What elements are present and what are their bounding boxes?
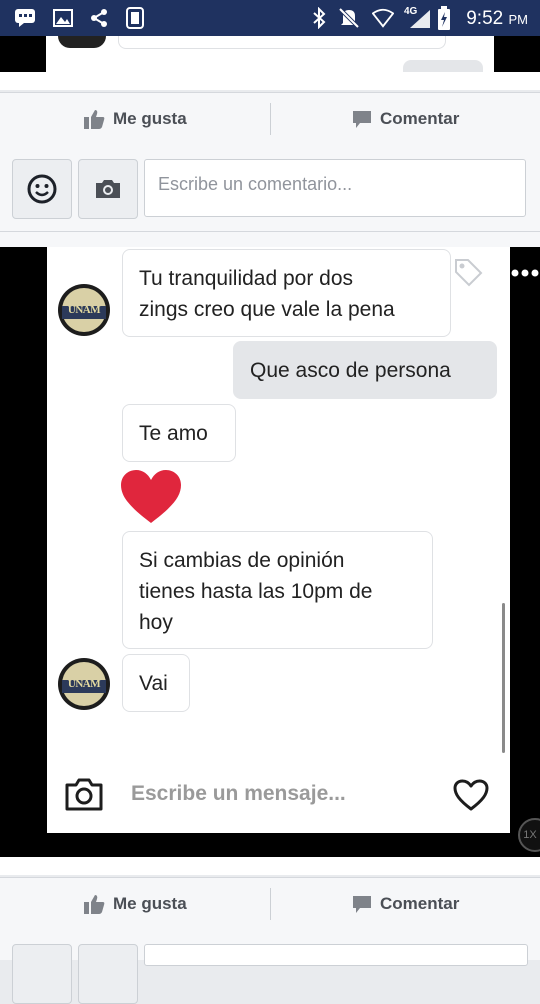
post-spacer <box>0 72 540 90</box>
message-bubble-received: Vai <box>122 654 190 712</box>
message-line: Si cambias de opinión <box>139 549 345 572</box>
tag-icon[interactable] <box>452 256 484 293</box>
message-bubble-received: Si cambias de opinión tienes hasta las 1… <box>122 531 433 649</box>
previous-avatar <box>58 36 106 48</box>
divider <box>270 888 271 920</box>
clock-time: 9:52 <box>466 8 504 29</box>
comment-label: Comentar <box>380 894 460 913</box>
message-line: Te amo <box>139 422 208 445</box>
messenger-icon <box>14 7 36 29</box>
post-spacer <box>0 857 540 875</box>
comment-composer: Escribe un comentario... <box>0 145 540 231</box>
image-icon <box>52 7 74 29</box>
comment-icon <box>353 895 371 913</box>
previous-bubble <box>118 36 446 49</box>
message-input[interactable]: Escribe un mensaje... <box>131 782 346 806</box>
emoji-button[interactable] <box>12 159 72 219</box>
previous-chat-remnant <box>0 36 540 72</box>
avatar: UNAM <box>58 284 110 336</box>
comment-button[interactable]: Comentar <box>352 93 459 145</box>
divider <box>270 103 271 135</box>
photo-button[interactable] <box>78 944 138 1004</box>
smiley-icon <box>27 174 57 204</box>
like-button[interactable]: Me gusta <box>84 878 187 930</box>
message-line: tienes hasta las 10pm de <box>139 580 373 603</box>
signal-icon: 4G <box>402 6 432 29</box>
wifi-icon <box>372 7 394 29</box>
post-actions-bar: Me gusta Comentar <box>0 92 540 146</box>
chat-scrollbar[interactable] <box>502 603 505 753</box>
comment-button[interactable]: Comentar <box>352 878 459 930</box>
clock: 9:52 PM <box>466 8 528 30</box>
speed-label: 1X <box>523 829 537 841</box>
message-line: Vai <box>139 672 168 695</box>
share-icon <box>88 7 110 29</box>
previous-bubble-me <box>403 60 483 72</box>
message-bubble-sent: Que asco de persona <box>233 341 497 399</box>
camera-icon[interactable] <box>64 776 104 817</box>
message-bubble-received: Tu tranquilidad por dos zings creo que v… <box>122 249 451 337</box>
comment-input[interactable] <box>144 944 528 966</box>
like-label: Me gusta <box>113 894 187 913</box>
vibrate-icon <box>124 7 146 29</box>
thumbs-up-icon <box>84 109 105 129</box>
message-line: Tu tranquilidad por dos <box>139 267 354 290</box>
heart-sticker-icon <box>120 469 182 530</box>
message-line: hoy <box>139 611 173 634</box>
message-line: zings creo que vale la pena <box>139 298 395 321</box>
comment-input[interactable]: Escribe un comentario... <box>144 159 526 217</box>
clock-ampm: PM <box>508 12 529 27</box>
comment-icon <box>353 110 371 128</box>
post-actions-bar: Me gusta Comentar <box>0 877 540 931</box>
battery-charging-icon <box>436 6 452 30</box>
comment-label: Comentar <box>380 109 460 128</box>
like-label: Me gusta <box>113 109 187 128</box>
post-separator <box>0 231 540 248</box>
heart-icon[interactable] <box>453 779 489 816</box>
message-line: Que asco de persona <box>250 359 451 382</box>
status-bar: 4G 9:52 PM <box>0 0 540 36</box>
comment-composer <box>0 930 540 1004</box>
camera-icon <box>96 180 120 198</box>
more-options-icon[interactable] <box>510 265 540 283</box>
mute-icon <box>338 7 360 29</box>
avatar: UNAM <box>58 658 110 710</box>
network-type: 4G <box>404 6 418 17</box>
emoji-button[interactable] <box>12 944 72 1004</box>
bluetooth-icon <box>308 7 330 29</box>
photo-button[interactable] <box>78 159 138 219</box>
thumbs-up-icon <box>84 894 105 914</box>
message-bubble-received: Te amo <box>122 404 236 462</box>
like-button[interactable]: Me gusta <box>84 93 187 145</box>
